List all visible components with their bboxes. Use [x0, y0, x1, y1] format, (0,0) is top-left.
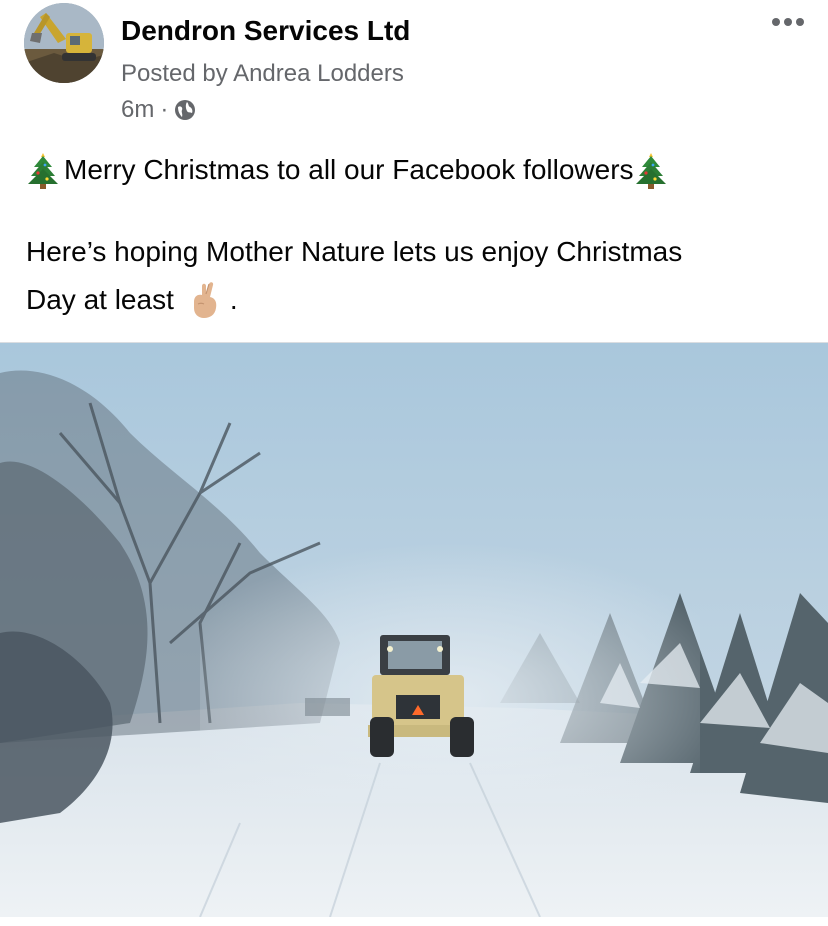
- globe-icon[interactable]: [174, 99, 196, 121]
- meta-separator: ·: [160, 96, 169, 123]
- posted-by-label: Posted by Andrea Lodders: [121, 60, 404, 87]
- post-timestamp[interactable]: 6m: [121, 96, 154, 124]
- post-text-line-1: Merry Christmas to all our Facebook foll…: [26, 146, 668, 194]
- post-photo[interactable]: [0, 342, 828, 917]
- snowy-road-loader-photo: [0, 343, 828, 917]
- post-text-period: .: [229, 284, 238, 315]
- page-name[interactable]: Dendron Services Ltd: [121, 13, 410, 49]
- post-text-day: Day at least: [26, 284, 174, 315]
- avatar[interactable]: [24, 3, 104, 83]
- post-text-line-3: Day at least .: [26, 276, 238, 324]
- christmas-tree-icon: [28, 153, 58, 189]
- more-options-icon[interactable]: [768, 10, 808, 34]
- post-text-greeting: Merry Christmas to all our Facebook foll…: [64, 154, 634, 185]
- christmas-tree-icon: [635, 153, 666, 189]
- post-meta: 6m ·: [121, 94, 196, 126]
- post-text-line-2: Here’s hoping Mother Nature lets us enjo…: [26, 236, 683, 267]
- crossed-fingers-icon: [193, 282, 217, 318]
- excavator-avatar-image: [24, 3, 104, 83]
